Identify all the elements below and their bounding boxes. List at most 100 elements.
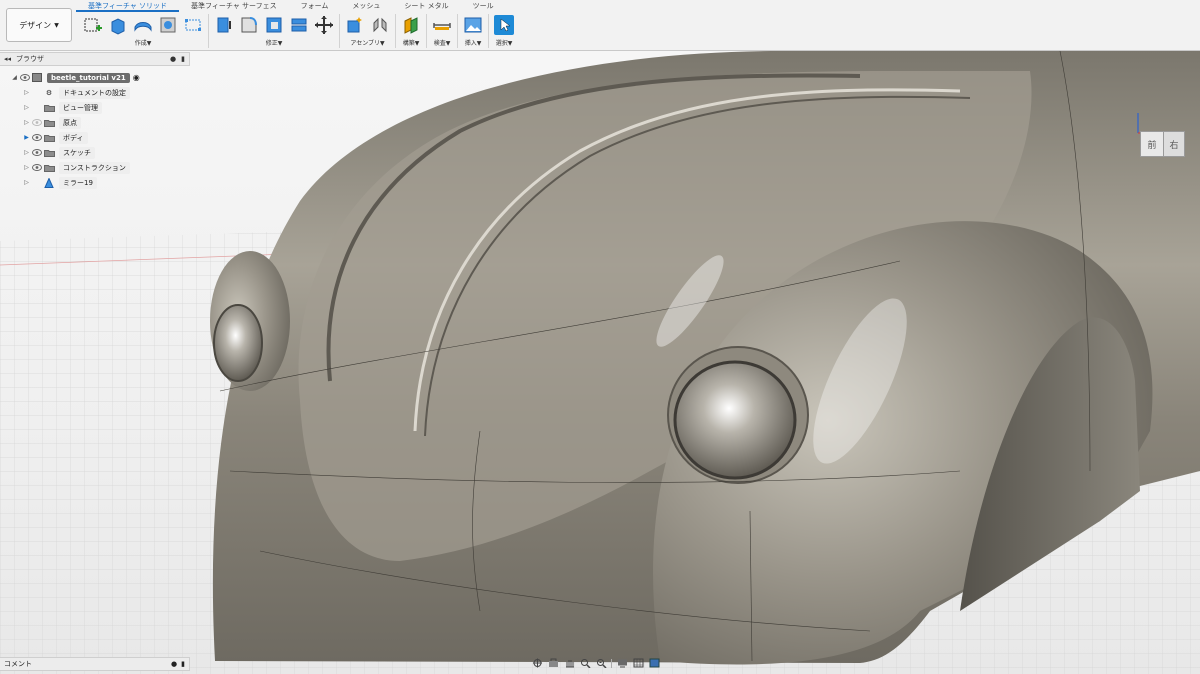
measure-icon[interactable] — [432, 15, 452, 35]
comments-panel[interactable]: コメント ● ▮ — [0, 657, 190, 671]
expand-right-icon[interactable]: ▶ — [22, 134, 31, 141]
right-headlamp — [673, 360, 797, 480]
tree-item-label: ドキュメントの設定 — [59, 86, 130, 99]
group-modify-label[interactable]: 修正▼ — [266, 38, 283, 47]
tab-tools[interactable]: ツール — [461, 0, 506, 12]
view-cube-right[interactable]: 右 — [1163, 131, 1185, 157]
look-at-icon[interactable] — [546, 658, 560, 669]
group-assemble-label[interactable]: アセンブリ▼ — [350, 38, 384, 47]
orbit-icon[interactable] — [530, 658, 544, 669]
box-select-icon[interactable] — [183, 15, 203, 35]
folder-icon — [43, 103, 55, 113]
expand-right-icon[interactable]: ▷ — [22, 164, 31, 171]
view-cube-front[interactable]: 前 — [1140, 131, 1164, 157]
chevron-down-icon: ▼ — [54, 21, 59, 29]
visibility-eye-icon[interactable] — [19, 73, 31, 82]
component-icon — [31, 73, 43, 83]
expand-right-icon[interactable]: ▷ — [22, 104, 31, 111]
workspace-switcher[interactable]: デザイン ▼ — [6, 8, 72, 42]
expand-right-icon[interactable]: ▷ — [22, 89, 31, 96]
viewports-icon[interactable] — [647, 658, 661, 669]
tree-item-mirror[interactable]: ▷ ミラー19 — [0, 175, 190, 190]
tree-item-label: スケッチ — [59, 146, 95, 159]
tree-item-label: 原点 — [59, 116, 81, 129]
tree-item-label: コンストラクション — [59, 161, 130, 174]
tree-item-root[interactable]: ◢ beetle_tutorial v21 ◉ — [0, 70, 190, 85]
visibility-eye-hidden-icon[interactable] — [31, 118, 43, 127]
view-cube[interactable]: 前 右 — [1130, 111, 1190, 171]
tab-mesh[interactable]: メッシュ — [340, 0, 392, 12]
joint-icon[interactable] — [370, 15, 390, 35]
tree-item-label: ビュー管理 — [59, 101, 102, 114]
group-create-label[interactable]: 作成▼ — [135, 38, 152, 47]
fillet-icon[interactable] — [239, 15, 259, 35]
folder-icon — [43, 133, 55, 143]
group-assemble: アセンブリ▼ — [340, 14, 396, 48]
visibility-eye-icon[interactable] — [31, 133, 43, 142]
tree-item-origin[interactable]: ▷ 原点 — [0, 115, 190, 130]
browser-tree: ◢ beetle_tutorial v21 ◉ ▷ ⚙ ドキュメントの設定 ▷ … — [0, 66, 190, 190]
folder-icon — [43, 118, 55, 128]
offset-plane-icon[interactable] — [401, 15, 421, 35]
ribbon-groups: 作成▼ 修正▼ アセンブリ▼ 構築▼ 検査▼ 挿入▼ 選択▼ — [78, 14, 519, 50]
visibility-eye-icon[interactable] — [31, 148, 43, 157]
group-construct-label[interactable]: 構築▼ — [403, 38, 420, 47]
group-inspect: 検査▼ — [427, 14, 458, 48]
panel-pin-icon[interactable]: ▮ — [181, 660, 185, 668]
pan-hand-icon[interactable] — [562, 658, 576, 669]
left-headlamp — [213, 304, 263, 382]
new-component-icon[interactable] — [345, 15, 365, 35]
tab-form[interactable]: フォーム — [289, 0, 341, 12]
move-icon[interactable] — [314, 15, 334, 35]
group-construct: 構築▼ — [396, 14, 427, 48]
collapse-panel-icon[interactable]: ◂◂ — [4, 55, 11, 63]
group-inspect-label[interactable]: 検査▼ — [434, 38, 451, 47]
tree-item-named-views[interactable]: ▷ ビュー管理 — [0, 100, 190, 115]
tab-solid[interactable]: 基準フィーチャ ソリッド — [76, 0, 180, 12]
tab-sheet-metal[interactable]: シート メタル — [392, 0, 460, 12]
group-insert: 挿入▼ — [458, 14, 489, 48]
expand-down-icon[interactable]: ◢ — [10, 74, 19, 81]
active-component-radio-icon[interactable]: ◉ — [133, 73, 140, 82]
tree-item-bodies[interactable]: ▶ ボディ — [0, 130, 190, 145]
tree-item-label: ミラー19 — [59, 176, 97, 189]
zoom-window-icon[interactable] — [594, 658, 608, 669]
expand-right-icon[interactable]: ▷ — [22, 179, 31, 186]
tab-surface[interactable]: 基準フィーチャ サーフェス — [179, 0, 289, 12]
press-pull-icon[interactable] — [214, 15, 234, 35]
tree-item-document-settings[interactable]: ▷ ⚙ ドキュメントの設定 — [0, 85, 190, 100]
navigation-bar — [530, 657, 686, 669]
workspace-label: デザイン — [19, 20, 52, 30]
create-sketch-icon[interactable] — [83, 15, 103, 35]
panel-pin-icon[interactable]: ▮ — [181, 55, 185, 63]
add-comment-icon[interactable]: ● — [171, 660, 177, 668]
expand-right-icon[interactable]: ▷ — [22, 119, 31, 126]
browser-header: ◂◂ ブラウザ ● ▮ — [0, 52, 190, 66]
group-create: 作成▼ — [78, 14, 209, 48]
group-select-label[interactable]: 選択▼ — [496, 38, 513, 47]
tree-item-label: ボディ — [59, 131, 88, 144]
comments-title: コメント — [4, 660, 32, 668]
combine-icon[interactable] — [289, 15, 309, 35]
folder-icon — [43, 148, 55, 158]
group-insert-label[interactable]: 挿入▼ — [465, 38, 482, 47]
browser-panel: ◂◂ ブラウザ ● ▮ ◢ beetle_tutorial v21 ◉ ▷ ⚙ … — [0, 52, 190, 190]
group-modify: 修正▼ — [209, 14, 340, 48]
sweep-icon[interactable] — [158, 15, 178, 35]
tree-item-label: beetle_tutorial v21 — [47, 72, 130, 83]
select-cursor-icon[interactable] — [494, 15, 514, 35]
grid-settings-icon[interactable] — [631, 658, 645, 669]
tree-item-construction[interactable]: ▷ コンストラクション — [0, 160, 190, 175]
display-settings-icon[interactable] — [615, 658, 629, 669]
expand-right-icon[interactable]: ▷ — [22, 149, 31, 156]
panel-options-icon[interactable]: ● — [170, 55, 176, 63]
ribbon-tabs: 基準フィーチャ ソリッド 基準フィーチャ サーフェス フォーム メッシュ シート… — [76, 0, 506, 12]
insert-image-icon[interactable] — [463, 15, 483, 35]
zoom-icon[interactable] — [578, 658, 592, 669]
revolve-icon[interactable] — [133, 15, 153, 35]
shell-icon[interactable] — [264, 15, 284, 35]
folder-icon — [43, 163, 55, 173]
extrude-icon[interactable] — [108, 15, 128, 35]
visibility-eye-icon[interactable] — [31, 163, 43, 172]
tree-item-sketches[interactable]: ▷ スケッチ — [0, 145, 190, 160]
